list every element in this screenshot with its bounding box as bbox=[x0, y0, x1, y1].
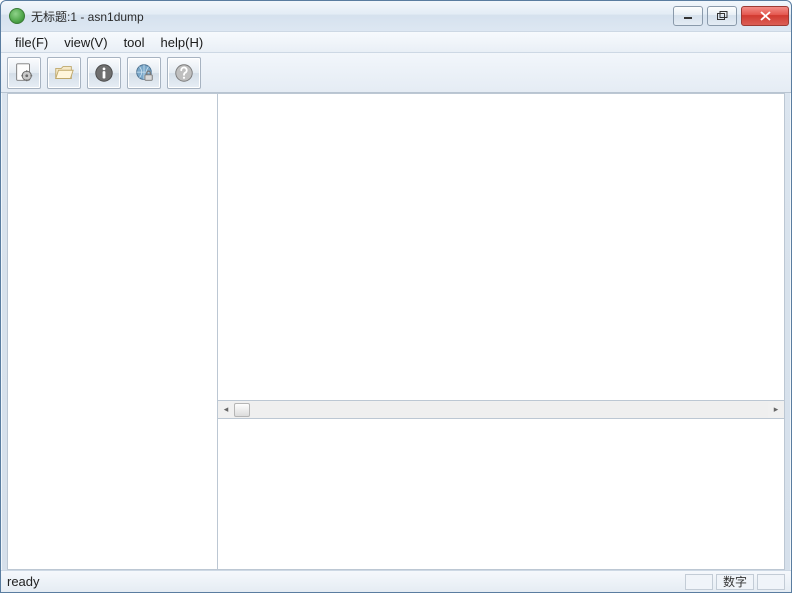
toolbar bbox=[1, 53, 791, 93]
close-button[interactable] bbox=[741, 6, 789, 26]
doc-gear-icon bbox=[13, 62, 35, 84]
scroll-thumb[interactable] bbox=[234, 403, 250, 417]
client-area: ◂ ▸ bbox=[7, 93, 785, 570]
folder-open-icon bbox=[53, 62, 75, 84]
status-text: ready bbox=[7, 574, 682, 589]
status-bar: ready 数字 bbox=[1, 570, 791, 592]
scroll-right-arrow[interactable]: ▸ bbox=[768, 402, 784, 418]
scroll-left-arrow[interactable]: ◂ bbox=[218, 402, 234, 418]
minimize-icon bbox=[683, 11, 693, 21]
scroll-track[interactable] bbox=[234, 402, 768, 418]
help-circle-icon bbox=[173, 62, 195, 84]
maximize-icon bbox=[717, 11, 728, 21]
maximize-button[interactable] bbox=[707, 6, 737, 26]
close-icon bbox=[760, 11, 771, 21]
status-cell-numlock: 数字 bbox=[716, 574, 754, 590]
window-controls bbox=[669, 6, 789, 26]
menu-help[interactable]: help(H) bbox=[153, 33, 212, 52]
status-cell-scroll bbox=[757, 574, 785, 590]
window-title: 无标题:1 - asn1dump bbox=[31, 8, 144, 25]
open-file-button[interactable] bbox=[47, 57, 81, 89]
info-circle-icon bbox=[93, 62, 115, 84]
status-cell-caps bbox=[685, 574, 713, 590]
app-icon bbox=[9, 8, 25, 24]
new-parse-button[interactable] bbox=[7, 57, 41, 89]
help-button[interactable] bbox=[167, 57, 201, 89]
info-button[interactable] bbox=[87, 57, 121, 89]
settings-button[interactable] bbox=[127, 57, 161, 89]
minimize-button[interactable] bbox=[673, 6, 703, 26]
menu-file[interactable]: file(F) bbox=[7, 33, 56, 52]
output-pane[interactable] bbox=[218, 419, 784, 569]
right-stack: ◂ ▸ bbox=[218, 94, 784, 569]
title-bar[interactable]: 无标题:1 - asn1dump bbox=[1, 1, 791, 31]
window-frame: 无标题:1 - asn1dump file(F) view(V) to bbox=[0, 0, 792, 593]
horizontal-scrollbar[interactable]: ◂ ▸ bbox=[218, 401, 784, 419]
menu-view[interactable]: view(V) bbox=[56, 33, 115, 52]
tree-pane[interactable] bbox=[8, 94, 218, 569]
menu-bar: file(F) view(V) tool help(H) bbox=[1, 31, 791, 53]
menu-tool[interactable]: tool bbox=[116, 33, 153, 52]
globe-lock-icon bbox=[133, 62, 155, 84]
detail-pane[interactable] bbox=[218, 94, 784, 401]
